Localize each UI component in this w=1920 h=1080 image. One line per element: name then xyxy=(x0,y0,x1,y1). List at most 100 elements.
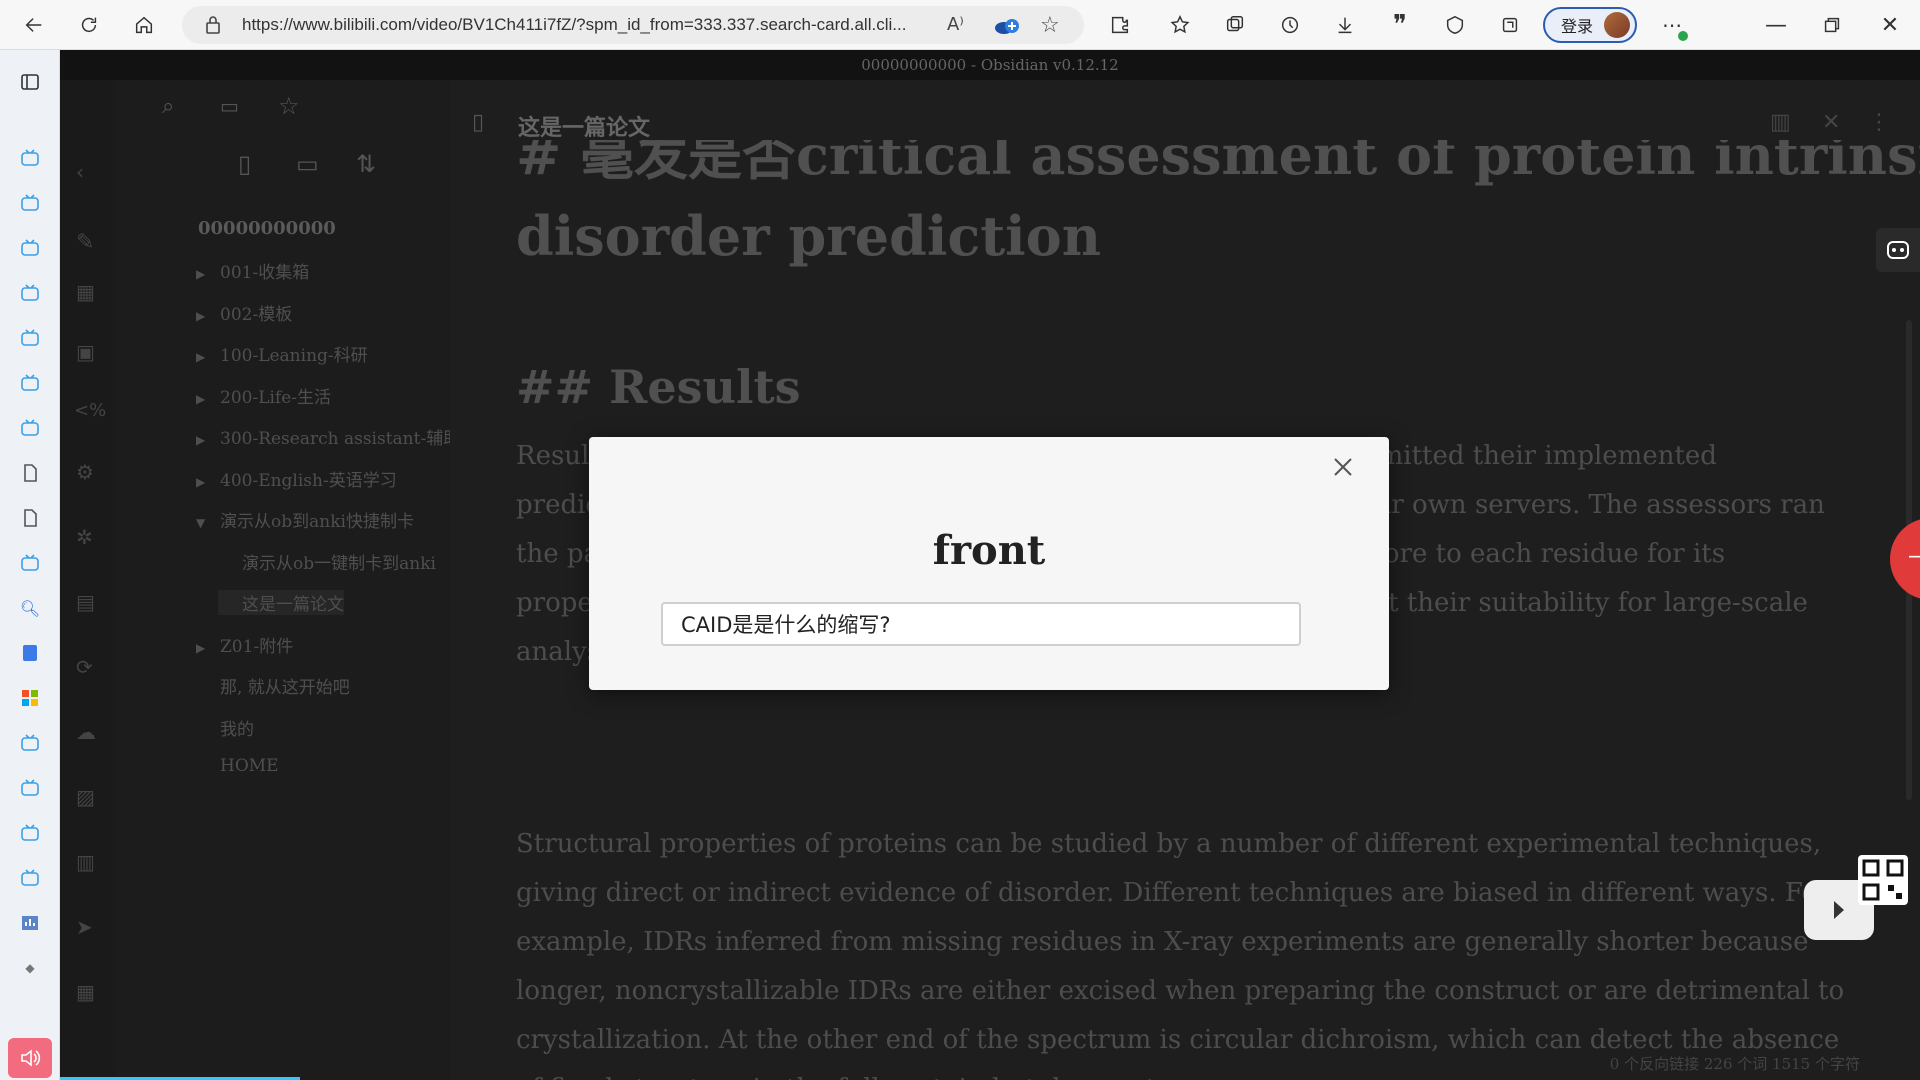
restore-icon[interactable] xyxy=(1814,7,1850,43)
new-folder-icon[interactable]: ▭ xyxy=(296,150,319,178)
cloud-icon[interactable]: ☁ xyxy=(76,720,96,744)
bilibili-tab-icon[interactable] xyxy=(18,821,42,845)
paragraph-structural: Structural properties of proteins can be… xyxy=(516,829,1845,1080)
microsoft-tab-icon[interactable] xyxy=(18,686,42,710)
vertical-tabs-sidebar: 🔍︎ ◆ + xyxy=(0,50,60,1080)
chart-tab-icon[interactable] xyxy=(18,911,42,935)
home-icon[interactable] xyxy=(126,7,162,43)
document-tab-icon[interactable] xyxy=(18,461,42,485)
url-text[interactable]: https://www.bilibili.com/video/BV1Ch411i… xyxy=(242,6,942,44)
pen-icon[interactable]: ✎ xyxy=(76,230,94,255)
tree-item[interactable]: 我的 xyxy=(196,715,254,740)
heading-1-line-1: # 毫发是否critical assessment of protein int… xyxy=(516,140,1920,187)
more-options-icon[interactable]: ⋮ xyxy=(1868,110,1890,135)
back-icon[interactable] xyxy=(16,7,52,43)
qr-code-icon[interactable] xyxy=(1858,855,1908,905)
code-icon[interactable]: <% xyxy=(74,400,106,421)
bilibili-tab-icon[interactable] xyxy=(18,236,42,260)
bilibili-tab-icon[interactable] xyxy=(18,866,42,890)
chevron-right-icon: ▶ xyxy=(196,433,206,447)
login-button[interactable]: 登录 xyxy=(1543,7,1637,43)
scroll-indicator-icon[interactable]: ◆ xyxy=(18,956,42,980)
tree-item[interactable]: 那, 就从这开始吧 xyxy=(196,673,350,698)
heading-2: ## Results xyxy=(516,360,801,414)
image-icon[interactable]: ▨ xyxy=(76,785,95,809)
tab-actions-icon[interactable] xyxy=(18,70,42,94)
collections-icon[interactable] xyxy=(1217,7,1253,43)
tree-item[interactable]: HOME xyxy=(196,756,279,776)
new-note-icon[interactable]: ▯ xyxy=(238,150,251,178)
downloads-icon[interactable] xyxy=(1327,7,1363,43)
minimize-icon[interactable]: — xyxy=(1758,7,1794,43)
chevron-right-icon: ▶ xyxy=(196,308,206,323)
bookmark-icon[interactable]: ▣ xyxy=(76,340,95,364)
settings-icon[interactable]: ⚙ xyxy=(76,460,94,484)
tree-item[interactable]: ▶ 100-Leaning-科研 xyxy=(196,341,368,366)
bilibili-tab-icon[interactable] xyxy=(18,776,42,800)
search-tab-icon[interactable]: 🔍︎ xyxy=(18,596,42,620)
tree-item[interactable]: ▶ 002-模板 xyxy=(196,300,292,325)
collapse-icon[interactable]: ‹ xyxy=(76,160,84,184)
document-tab-icon[interactable] xyxy=(18,506,42,530)
tree-item[interactable]: 演示从ob一键制卡到anki xyxy=(218,549,436,574)
tree-item-label: 001-收集箱 xyxy=(220,263,310,283)
bilibili-tab-icon[interactable] xyxy=(18,146,42,170)
split-icon[interactable]: ▥ xyxy=(1770,110,1791,135)
bilibili-tab-icon[interactable] xyxy=(18,326,42,350)
graph-icon[interactable]: ▦ xyxy=(76,280,95,304)
history-icon[interactable] xyxy=(1272,7,1308,43)
tree-item[interactable]: ▶ 200-Life-生活 xyxy=(196,383,331,408)
close-window-icon[interactable]: ✕ xyxy=(1872,7,1908,43)
calendar-icon[interactable]: ▤ xyxy=(76,590,95,614)
robot-assistant-icon[interactable] xyxy=(1876,228,1920,272)
tree-item-label: HOME xyxy=(220,756,279,776)
obsidian-titlebar: 00000000000 - Obsidian v0.12.12 xyxy=(60,50,1920,80)
folder-icon[interactable]: ▭ xyxy=(220,94,239,118)
bilibili-tab-icon[interactable] xyxy=(18,731,42,755)
refresh-icon[interactable] xyxy=(71,7,107,43)
tree-item-label: Z01-附件 xyxy=(220,636,294,657)
note-tab-title[interactable]: 这是一篇论文 xyxy=(518,110,650,142)
quote-icon[interactable]: ❞ xyxy=(1382,7,1418,43)
heading-1-line-2: disorder prediction xyxy=(516,204,1101,268)
tree-item[interactable]: 这是一篇论文 xyxy=(218,590,344,615)
bilibili-tab-icon[interactable] xyxy=(18,281,42,305)
bilibili-tab-icon[interactable] xyxy=(18,371,42,395)
performance-icon[interactable] xyxy=(1437,7,1473,43)
network-icon[interactable]: ✲ xyxy=(76,525,93,549)
notes-tab-icon[interactable] xyxy=(18,641,42,665)
sync-icon[interactable]: ⟳ xyxy=(76,655,93,679)
chevron-right-icon: ▶ xyxy=(196,350,206,364)
sort-icon[interactable]: ⇅ xyxy=(356,150,376,178)
tree-item[interactable]: ▶ 400-English-英语学习 xyxy=(196,466,397,491)
tree-item-label: 这是一篇论文 xyxy=(242,595,344,615)
send-icon[interactable]: ➤ xyxy=(76,915,93,939)
bilibili-tab-icon[interactable] xyxy=(18,551,42,575)
tree-item-label: 那, 就从这开始吧 xyxy=(220,678,350,698)
close-icon[interactable] xyxy=(1327,451,1359,483)
extension-badge-icon[interactable] xyxy=(994,14,1020,36)
read-aloud-icon[interactable]: A⁾ xyxy=(947,14,964,35)
tree-item[interactable]: ▶ 300-Research assistant-辅助科 xyxy=(196,424,477,449)
grid-icon[interactable]: ▦ xyxy=(76,980,95,1004)
star-icon[interactable]: ☆ xyxy=(278,92,300,120)
bilibili-tab-icon[interactable] xyxy=(18,416,42,440)
extensions-icon[interactable] xyxy=(1102,7,1138,43)
mute-tab-button[interactable] xyxy=(8,1038,52,1078)
chevron-down-icon: ▼ xyxy=(196,516,206,530)
bilibili-tab-icon[interactable] xyxy=(18,191,42,215)
screenshot-icon[interactable] xyxy=(1492,7,1528,43)
tree-item[interactable]: ▼ 演示从ob到anki快捷制卡 xyxy=(196,507,414,532)
table-icon[interactable]: ▥ xyxy=(76,850,95,874)
address-bar[interactable]: https://www.bilibili.com/video/BV1Ch411i… xyxy=(182,6,1084,44)
chevron-right-icon: ▶ xyxy=(196,640,206,655)
tree-item[interactable]: ▶ Z01-附件 xyxy=(196,632,293,657)
chevron-right-icon: ▶ xyxy=(196,474,206,489)
more-icon[interactable]: ⋯ xyxy=(1654,7,1690,43)
close-tab-icon[interactable]: ✕ xyxy=(1822,110,1840,135)
search-icon[interactable]: ⌕ xyxy=(162,94,174,119)
front-input[interactable] xyxy=(661,602,1301,646)
favorite-add-icon[interactable]: ☆ xyxy=(1040,13,1060,38)
favorites-icon[interactable] xyxy=(1162,7,1198,43)
tree-item[interactable]: ▶ 001-收集箱 xyxy=(196,258,309,283)
